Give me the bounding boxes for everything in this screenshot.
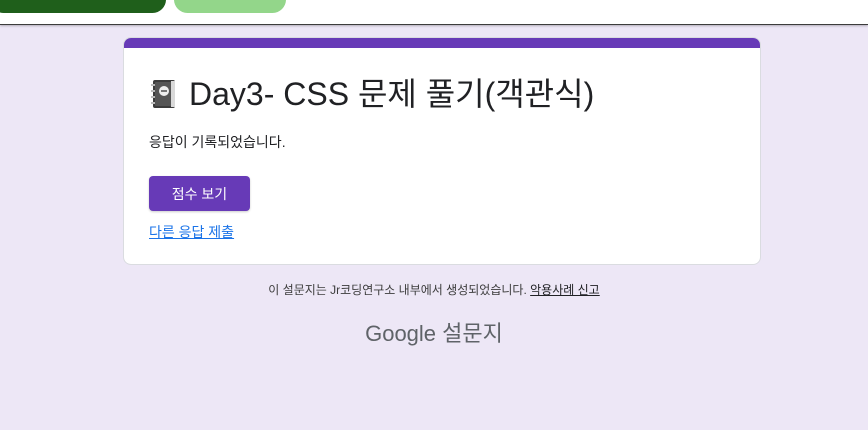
report-abuse-link[interactable]: 악용사례 신고	[530, 283, 600, 297]
form-title: Day3- CSS 문제 풀기(객관식)	[189, 76, 595, 112]
footer-note: 이 설문지는 Jr코딩연구소 내부에서 생성되었습니다. 악용사례 신고	[0, 281, 868, 298]
footer-note-text: 이 설문지는 Jr코딩연구소 내부에서 생성되었습니다.	[268, 283, 527, 297]
view-score-button[interactable]: 점수 보기	[149, 176, 250, 211]
top-bar	[0, 0, 868, 25]
submit-another-response-link[interactable]: 다른 응답 제출	[149, 222, 234, 242]
google-logo-text: Google	[365, 321, 437, 346]
notebook-icon	[151, 80, 175, 108]
google-forms-brand[interactable]: Google 설문지	[0, 316, 868, 348]
title-row: Day3- CSS 문제 풀기(객관식)	[149, 76, 594, 112]
form-card: Day3- CSS 문제 풀기(객관식) 응답이 기록되었습니다. 점수 보기 …	[123, 37, 761, 265]
top-pill-button-dark[interactable]	[0, 0, 166, 13]
forms-label: 설문지	[442, 321, 503, 346]
card-accent-bar	[124, 38, 760, 48]
top-pill-button-light[interactable]	[174, 0, 286, 13]
confirmation-message: 응답이 기록되었습니다.	[149, 134, 286, 150]
